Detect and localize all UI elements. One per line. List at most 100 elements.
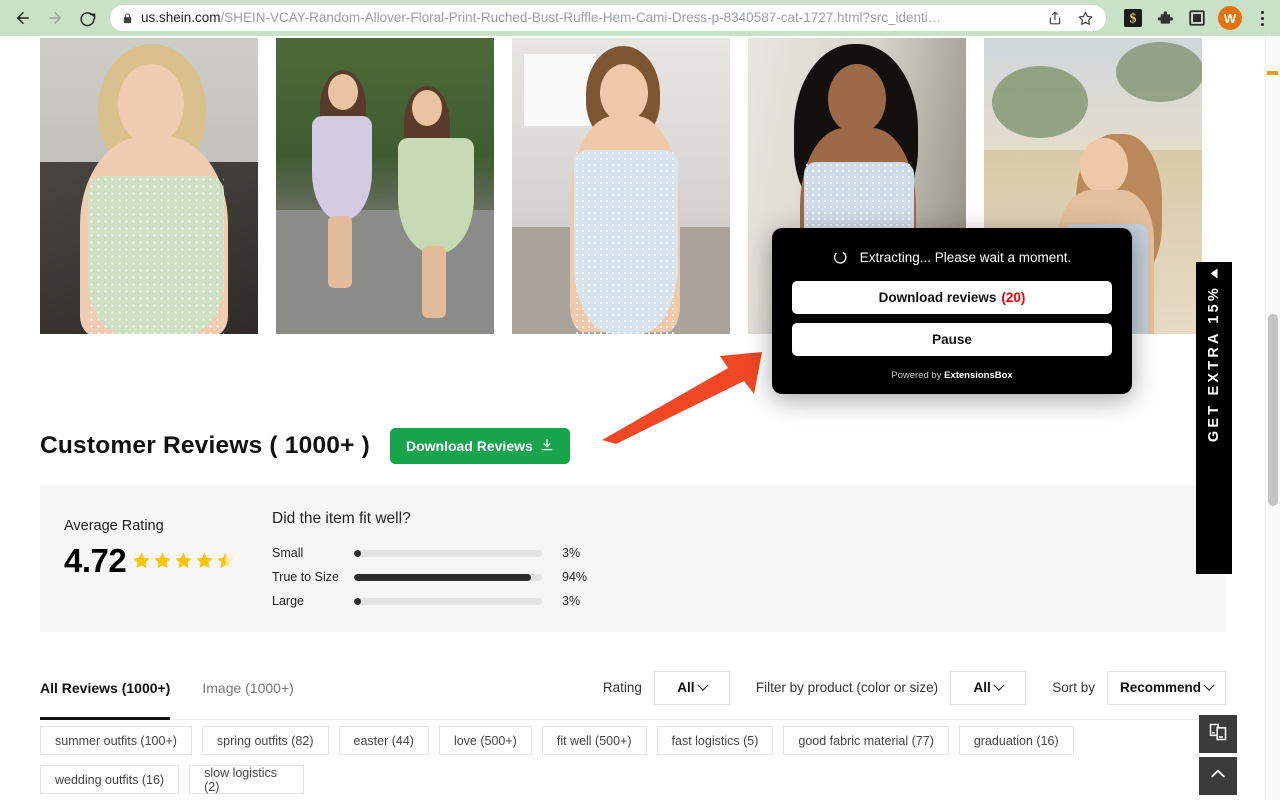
product-filter-value: All (973, 680, 991, 695)
floating-action-buttons (1199, 715, 1237, 795)
review-tag-label: graduation (16) (973, 733, 1059, 748)
extraction-status: Extracting... Please wait a moment. (792, 246, 1112, 281)
star-icon (133, 552, 150, 568)
page-viewport: Extracting... Please wait a moment. Down… (0, 36, 1280, 800)
popup-footer-prefix: Powered by (891, 370, 945, 381)
rating-summary-panel: Average Rating 4.72 Did the item fit wel… (40, 485, 1226, 632)
average-rating-value: 4.72 (64, 542, 127, 579)
back-to-top-button[interactable] (1199, 757, 1237, 795)
review-tag-label: fit well (500+) (556, 733, 632, 748)
popup-footer: Powered by ExtensionsBox (792, 365, 1112, 384)
puzzle-extensions-icon[interactable] (1154, 7, 1176, 29)
back-arrow-icon[interactable] (8, 3, 38, 33)
page-scrollbar[interactable] (1265, 36, 1280, 800)
product-filter-label: Filter by product (color or size) (755, 680, 939, 695)
extraction-status-text: Extracting... Please wait a moment. (859, 250, 1072, 265)
scrollbar-thumb[interactable] (1268, 314, 1278, 506)
star-icon (196, 552, 213, 568)
review-tag[interactable]: summer outfits (100+) (40, 726, 192, 755)
chevron-down-icon (1203, 679, 1215, 691)
sort-by-value: Recommend (1119, 680, 1201, 695)
browser-toolbar: us.shein.com/SHEIN-VCAY-Random-Allover-F… (0, 0, 1280, 36)
average-rating-block: Average Rating 4.72 (40, 485, 272, 577)
fit-percent: 3% (562, 594, 581, 608)
star-icon (175, 552, 192, 568)
fit-row: True to Size 94% (272, 565, 587, 589)
fit-label: Large (272, 594, 304, 608)
lock-icon (122, 12, 133, 25)
promo-banner-text: GET EXTRA 15% (1206, 285, 1222, 443)
review-tag[interactable]: love (500+) (438, 726, 532, 755)
money-extension-icon[interactable]: $ (1122, 7, 1144, 29)
download-reviews-count: (20) (1001, 290, 1026, 305)
download-reviews-button[interactable]: Download Reviews (389, 428, 570, 464)
reload-icon[interactable] (72, 3, 102, 33)
download-reviews-button-label: Download Reviews (405, 438, 533, 454)
review-tag[interactable]: spring outfits (82) (201, 726, 329, 755)
promo-banner[interactable]: GET EXTRA 15% (1196, 262, 1232, 574)
page-title: Customer Reviews ( 1000+ ) (40, 432, 370, 459)
kebab-menu-icon[interactable] (1252, 10, 1272, 26)
review-tag[interactable]: fast logistics (5) (656, 726, 774, 755)
review-tag[interactable]: wedding outfits (16) (40, 765, 180, 794)
review-tag[interactable]: fit well (500+) (541, 726, 647, 755)
download-reviews-popup-button[interactable]: Download reviews (20) (792, 281, 1112, 314)
collapse-triangle-icon[interactable] (1210, 268, 1218, 279)
tab-all-reviews-label: All Reviews (1000+) (40, 679, 171, 696)
fit-bar-fill (354, 597, 361, 605)
rating-filter-select[interactable]: All (653, 670, 730, 705)
forward-arrow-icon[interactable] (40, 3, 70, 33)
loading-spinner-icon (833, 250, 848, 265)
pause-button[interactable]: Pause (792, 323, 1112, 356)
share-icon[interactable] (1044, 7, 1066, 29)
sort-by-label: Sort by (1052, 680, 1095, 695)
star-icon (154, 552, 171, 568)
review-tag[interactable]: slow logistics (2) (189, 765, 305, 794)
star-half-icon (217, 552, 234, 568)
review-tag-label: love (500+) (453, 733, 517, 748)
download-reviews-popup-label: Download reviews (878, 290, 997, 305)
download-icon (540, 438, 554, 455)
compare-pages-button[interactable] (1199, 715, 1237, 753)
red-pointer-arrow (602, 352, 762, 444)
rating-filter-label: Rating (602, 680, 642, 695)
side-panel-icon[interactable] (1186, 7, 1208, 29)
chevron-down-icon (993, 679, 1005, 691)
fit-summary-block: Did the item fit well? Small 3% True to … (272, 485, 587, 613)
review-tag[interactable]: easter (44) (338, 726, 429, 755)
reviews-tabs-row: All Reviews (1000+) Image (1000+) Rating… (40, 656, 1226, 720)
review-photo-2[interactable] (276, 38, 494, 334)
review-tag-list: summer outfits (100+) spring outfits (82… (40, 726, 1190, 794)
fit-bar (354, 549, 542, 557)
review-photo-3[interactable] (512, 38, 730, 334)
address-bar[interactable]: us.shein.com/SHEIN-VCAY-Random-Allover-F… (110, 5, 1106, 31)
tab-all-reviews[interactable]: All Reviews (1000+) (40, 656, 171, 720)
tab-image-reviews[interactable]: Image (1000+) (202, 656, 293, 720)
product-filter-select[interactable]: All (950, 670, 1027, 705)
fit-row: Large 3% (272, 589, 587, 613)
review-tag-label: good fabric material (77) (798, 733, 934, 748)
rating-filter-value: All (677, 680, 695, 695)
review-tag-label: slow logistics (2) (204, 765, 278, 794)
fit-bar (354, 597, 542, 605)
review-tag-label: summer outfits (100+) (55, 733, 177, 748)
fit-bar-fill (354, 573, 531, 581)
review-tag-label: easter (44) (353, 733, 414, 748)
tab-image-reviews-label: Image (1000+) (202, 679, 294, 696)
chevron-up-icon (1208, 764, 1228, 789)
scrollbar-marker (1267, 71, 1278, 75)
customer-reviews-header: Customer Reviews ( 1000+ ) Download Revi… (40, 428, 570, 464)
sort-by-select[interactable]: Recommend (1106, 670, 1226, 705)
fit-percent: 94% (562, 570, 588, 584)
avatar[interactable]: W (1218, 6, 1242, 30)
star-rating (132, 551, 235, 570)
reviews-filter-group: Rating All Filter by product (color or s… (602, 670, 1226, 705)
url-text: us.shein.com/SHEIN-VCAY-Random-Allover-F… (141, 10, 942, 25)
fit-label: True to Size (272, 570, 339, 584)
review-photo-1[interactable] (40, 38, 258, 334)
review-tag[interactable]: graduation (16) (958, 726, 1074, 755)
fit-bar-fill (354, 549, 361, 557)
chevron-down-icon (696, 679, 709, 691)
star-icon[interactable] (1074, 7, 1096, 29)
review-tag[interactable]: good fabric material (77) (783, 726, 949, 755)
